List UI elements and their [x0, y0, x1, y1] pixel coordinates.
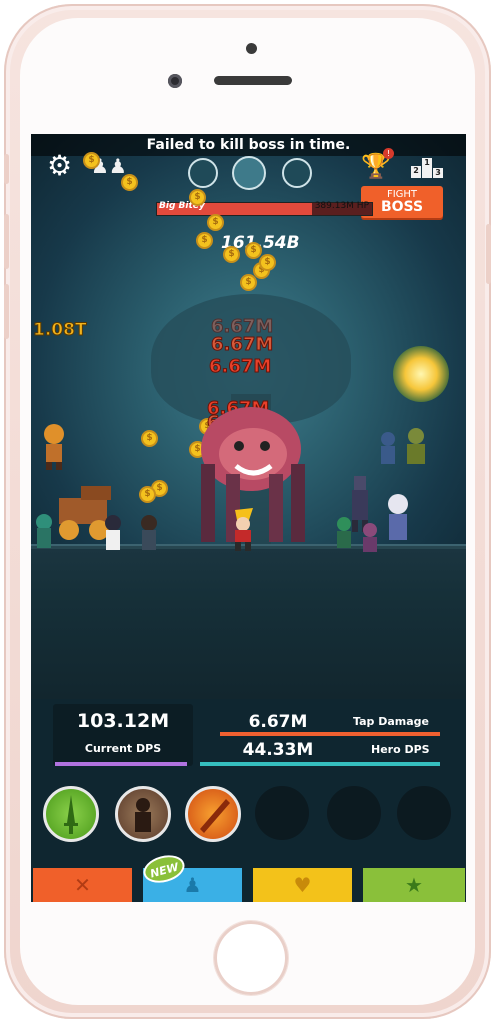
gold-coin[interactable]: $ [245, 242, 262, 259]
current-dps-underline [55, 762, 187, 766]
tap-damage-underline [220, 732, 440, 736]
gold-coin[interactable]: $ [196, 232, 213, 249]
hero-dps-label: Hero DPS [371, 743, 430, 756]
hero-dps-value: 44.33M [242, 740, 314, 760]
gold-coin[interactable]: $ [240, 274, 257, 291]
gold-coin[interactable]: $ [121, 174, 138, 191]
leaderboard-rank-3: 3 [433, 168, 443, 178]
fight-boss-label-bottom: BOSS [380, 199, 424, 215]
blade-icon [200, 799, 230, 833]
current-dps-value: 103.12M [76, 710, 170, 732]
ninja-girl-hero [105, 515, 121, 550]
game-screen[interactable]: Failed to kill boss in time. ⚙ ♟♟ 🏆 ! 2 … [31, 134, 466, 902]
rogue-hero [141, 515, 157, 550]
current-dps-box: 103.12M Current DPS [53, 704, 193, 766]
sword-icon [64, 795, 78, 834]
front-camera [168, 74, 182, 88]
heroes-icon: ♟ [183, 873, 202, 897]
power-button [486, 224, 491, 284]
bottom-tab-bar: ✕ ♟ ♥ ★ [31, 868, 466, 902]
shadow-clone-skill-button[interactable] [115, 786, 171, 842]
gold-coin[interactable]: $ [223, 246, 240, 263]
locked-skill-slot [397, 786, 451, 840]
volume-up-button [4, 214, 9, 269]
tab-shop[interactable]: ★ [363, 868, 466, 902]
offscreen-damage: 1.08T [33, 320, 88, 341]
gear-icon[interactable]: ⚙ [47, 152, 72, 180]
proximity-sensor [246, 43, 257, 54]
stage-dot-next [282, 158, 312, 188]
stage-dot-current [232, 156, 266, 190]
mute-switch [4, 154, 9, 184]
boss-hp-text: 389.13M HP [314, 201, 369, 211]
gold-coin[interactable]: $ [189, 189, 206, 206]
tap-damage-box: 6.67M Tap Damage [213, 704, 443, 732]
gold-coin[interactable]: $ [83, 152, 100, 169]
locked-skill-slot [255, 786, 309, 840]
war-cry-skill-button[interactable] [185, 786, 241, 842]
sword-master-hero [235, 508, 253, 551]
heavenly-strike-skill-button[interactable] [43, 786, 99, 842]
crossed-swords-icon: ✕ [74, 873, 91, 897]
leaderboard-rank-1: 1 [422, 158, 432, 178]
hooded-hero [36, 514, 52, 548]
volume-down-button [4, 284, 9, 339]
locked-skill-slot [327, 786, 381, 840]
shadow-warrior-icon [135, 798, 151, 832]
heart-icon: ♥ [293, 873, 312, 897]
gold-coin[interactable]: $ [139, 486, 156, 503]
damage-number: 6.67M [210, 334, 274, 356]
damage-number: 6.67M [208, 356, 272, 378]
tab-clan[interactable]: ♥ [253, 868, 353, 902]
hero-dps-underline [200, 762, 440, 766]
viking-hero [388, 494, 408, 540]
trophy-badge: ! [383, 148, 394, 159]
fight-boss-button[interactable]: FIGHT BOSS [361, 186, 443, 218]
tab-sword-master[interactable]: ✕ [33, 868, 133, 902]
tap-damage-value: 6.67M [248, 712, 308, 732]
mage-hero [363, 523, 377, 552]
hit-flash-effect [393, 346, 449, 402]
earpiece-speaker [214, 76, 292, 85]
current-dps-label: Current DPS [84, 742, 162, 755]
gold-coin[interactable]: $ [141, 430, 158, 447]
home-button[interactable] [214, 921, 288, 995]
stage-dot-previous [188, 158, 218, 188]
boss-fail-message: Failed to kill boss in time. [146, 137, 351, 153]
leaderboard-rank-2: 2 [411, 166, 421, 178]
star-icon: ★ [405, 873, 423, 897]
tiger-hero [44, 424, 64, 470]
dwarf-hero [407, 428, 425, 464]
archer-hero [337, 517, 351, 548]
ground [31, 549, 466, 699]
gold-coin[interactable]: $ [207, 214, 224, 231]
gold-coin[interactable]: $ [259, 254, 276, 271]
knight-hero [381, 432, 395, 464]
tap-damage-label: Tap Damage [353, 715, 429, 728]
